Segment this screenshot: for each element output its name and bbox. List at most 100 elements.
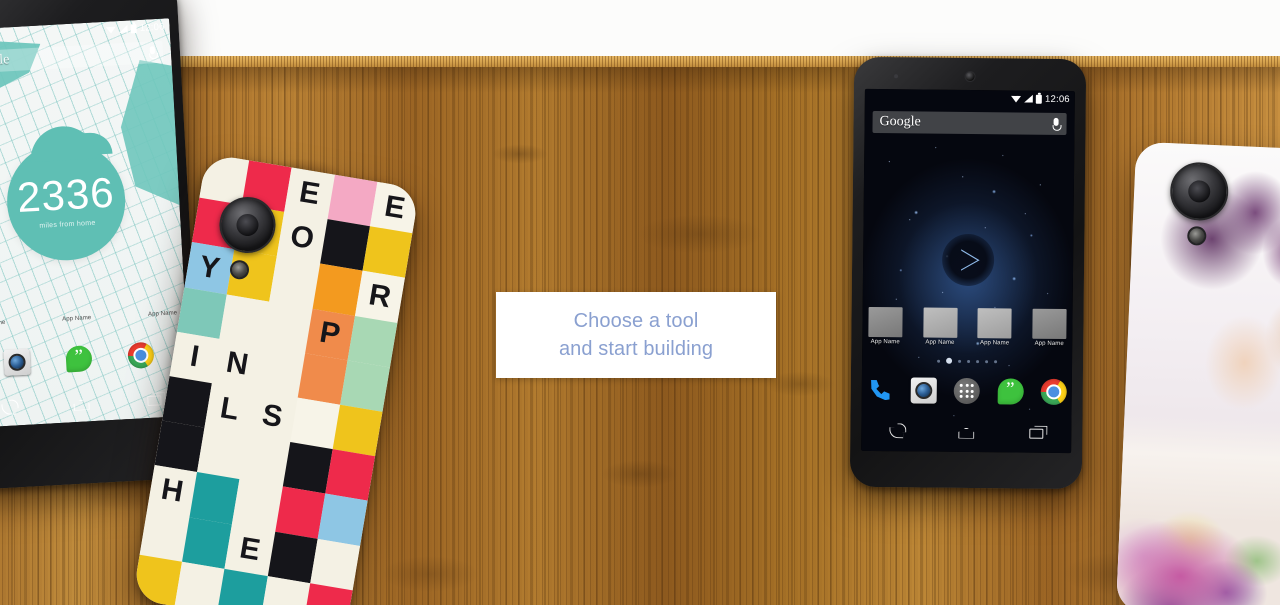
mosaic-tile — [232, 479, 283, 532]
mosaic-tile-letter: I — [187, 339, 202, 374]
status-time: 12:06 — [139, 21, 165, 34]
mosaic-tile: O — [277, 212, 328, 264]
mosaic-tile: E — [284, 167, 335, 220]
app-grid-dots — [959, 383, 974, 399]
mosaic-tile-letter: H — [158, 472, 186, 509]
page-dot[interactable] — [976, 359, 980, 363]
mosaic-tile: R — [354, 270, 405, 323]
mosaic-tile — [289, 397, 340, 450]
page-dot-active[interactable] — [946, 357, 953, 364]
battery-icon — [1036, 94, 1043, 104]
phone-case-wedding-photo[interactable] — [1115, 141, 1280, 605]
page-dot[interactable] — [994, 359, 998, 363]
app-tile-placeholder — [1032, 308, 1067, 340]
mosaic-tile — [197, 427, 248, 480]
chrome-icon[interactable] — [127, 341, 155, 370]
mosaic-tile — [262, 301, 313, 353]
home-icon[interactable] — [958, 427, 974, 438]
app-item[interactable]: App Name — [922, 307, 958, 346]
mosaic-tile — [162, 376, 213, 428]
signal-icon — [119, 25, 128, 33]
app-name-label: App Name — [979, 340, 1010, 347]
mosaic-tile-letter: S — [259, 397, 285, 434]
mosaic-tile — [317, 493, 368, 546]
mosaic-tile: I — [169, 331, 220, 384]
play-triangle-icon — [961, 249, 980, 271]
proximity-sensor-icon — [894, 74, 899, 79]
google-search-widget-right[interactable]: Google — [872, 110, 1067, 136]
phone-left-screen[interactable]: 12:06 Google 2336 miles from home App Na… — [0, 18, 192, 428]
map-water-shape — [0, 33, 44, 112]
mosaic-tile: Y — [184, 242, 235, 295]
app-item[interactable]: App Name — [977, 308, 1012, 347]
home-icon[interactable] — [73, 399, 90, 411]
nav-bar-right — [861, 419, 1071, 447]
choose-a-tool-card[interactable]: Choose a tool and start building — [496, 292, 776, 378]
mosaic-tile — [327, 174, 378, 227]
mosaic-tile: N — [212, 338, 263, 391]
hangouts-icon[interactable] — [65, 345, 93, 373]
app-row-right: App Name App Name App Name App Name — [868, 306, 1067, 348]
recents-icon[interactable] — [147, 395, 162, 407]
phone-right-starfield[interactable]: 12:06 Google App Name App Name App Name … — [849, 56, 1087, 490]
mosaic-tile — [339, 360, 390, 412]
page-top-strip — [0, 0, 1280, 56]
app-name-label: App Name — [925, 339, 955, 346]
mosaic-tile — [332, 404, 383, 457]
mosaic-tile-letter: N — [223, 346, 251, 383]
mosaic-tile — [189, 472, 240, 525]
play-wallpaper-badge — [941, 233, 995, 287]
table-top-shadow — [0, 67, 1280, 93]
mosaic-tile — [254, 345, 305, 398]
mosaic-tile — [282, 442, 333, 494]
chrome-icon[interactable] — [1040, 378, 1067, 406]
mic-icon[interactable] — [149, 46, 157, 59]
back-icon[interactable] — [888, 426, 904, 438]
app-tile-placeholder — [922, 307, 958, 338]
mosaic-tile — [310, 538, 361, 591]
app-item[interactable]: App Name — [1032, 308, 1067, 348]
mosaic-tile — [139, 509, 190, 562]
phone-right-screen[interactable]: 12:06 Google App Name App Name App Name … — [861, 88, 1075, 454]
mosaic-tile: S — [247, 390, 298, 443]
camera-icon[interactable] — [3, 348, 31, 376]
app-item[interactable]: App Name — [868, 306, 903, 346]
phone-icon[interactable] — [867, 377, 893, 403]
scene: 12:06 Google 2336 miles from home App Na… — [0, 0, 1280, 605]
app-tile-placeholder — [868, 306, 903, 338]
mosaic-tile-letter: Y — [196, 249, 223, 286]
mosaic-tile — [176, 287, 227, 339]
back-icon[interactable] — [1, 402, 16, 415]
mic-icon[interactable] — [1052, 117, 1059, 130]
mosaic-tile: L — [204, 383, 255, 436]
mosaic-tile: P — [304, 308, 355, 361]
page-dot[interactable] — [985, 359, 989, 363]
mosaic-tile-letter: O — [287, 219, 317, 256]
mosaic-tile — [297, 352, 348, 405]
mosaic-tile — [347, 315, 398, 368]
cta-line-2: and start building — [558, 338, 714, 360]
page-dot[interactable] — [958, 359, 962, 363]
app-name-label: App Name — [870, 338, 900, 346]
signal-icon — [1024, 95, 1033, 103]
mosaic-tile: H — [147, 465, 198, 518]
app-name-label: App Name — [1034, 340, 1064, 348]
hangouts-icon[interactable] — [997, 378, 1024, 405]
mosaic-tile-letter: P — [317, 315, 343, 352]
all-apps-icon[interactable] — [953, 377, 980, 405]
mosaic-tile — [274, 486, 325, 539]
app-tile-placeholder — [977, 308, 1012, 339]
mosaic-tile — [324, 449, 376, 501]
mosaic-tile-letter: L — [217, 390, 242, 427]
google-wordmark: Google — [879, 114, 921, 130]
camera-icon[interactable] — [910, 377, 937, 404]
page-dot[interactable] — [937, 359, 941, 363]
mosaic-tile — [154, 420, 205, 473]
cta-line-1: Choose a tool — [573, 309, 699, 332]
mosaic-tile-letter: E — [382, 189, 408, 226]
mosaic-tile-letter: R — [366, 278, 394, 315]
recents-icon[interactable] — [1029, 428, 1044, 439]
wifi-icon — [1011, 94, 1021, 102]
front-camera-icon — [964, 70, 976, 83]
page-dot[interactable] — [967, 359, 971, 363]
